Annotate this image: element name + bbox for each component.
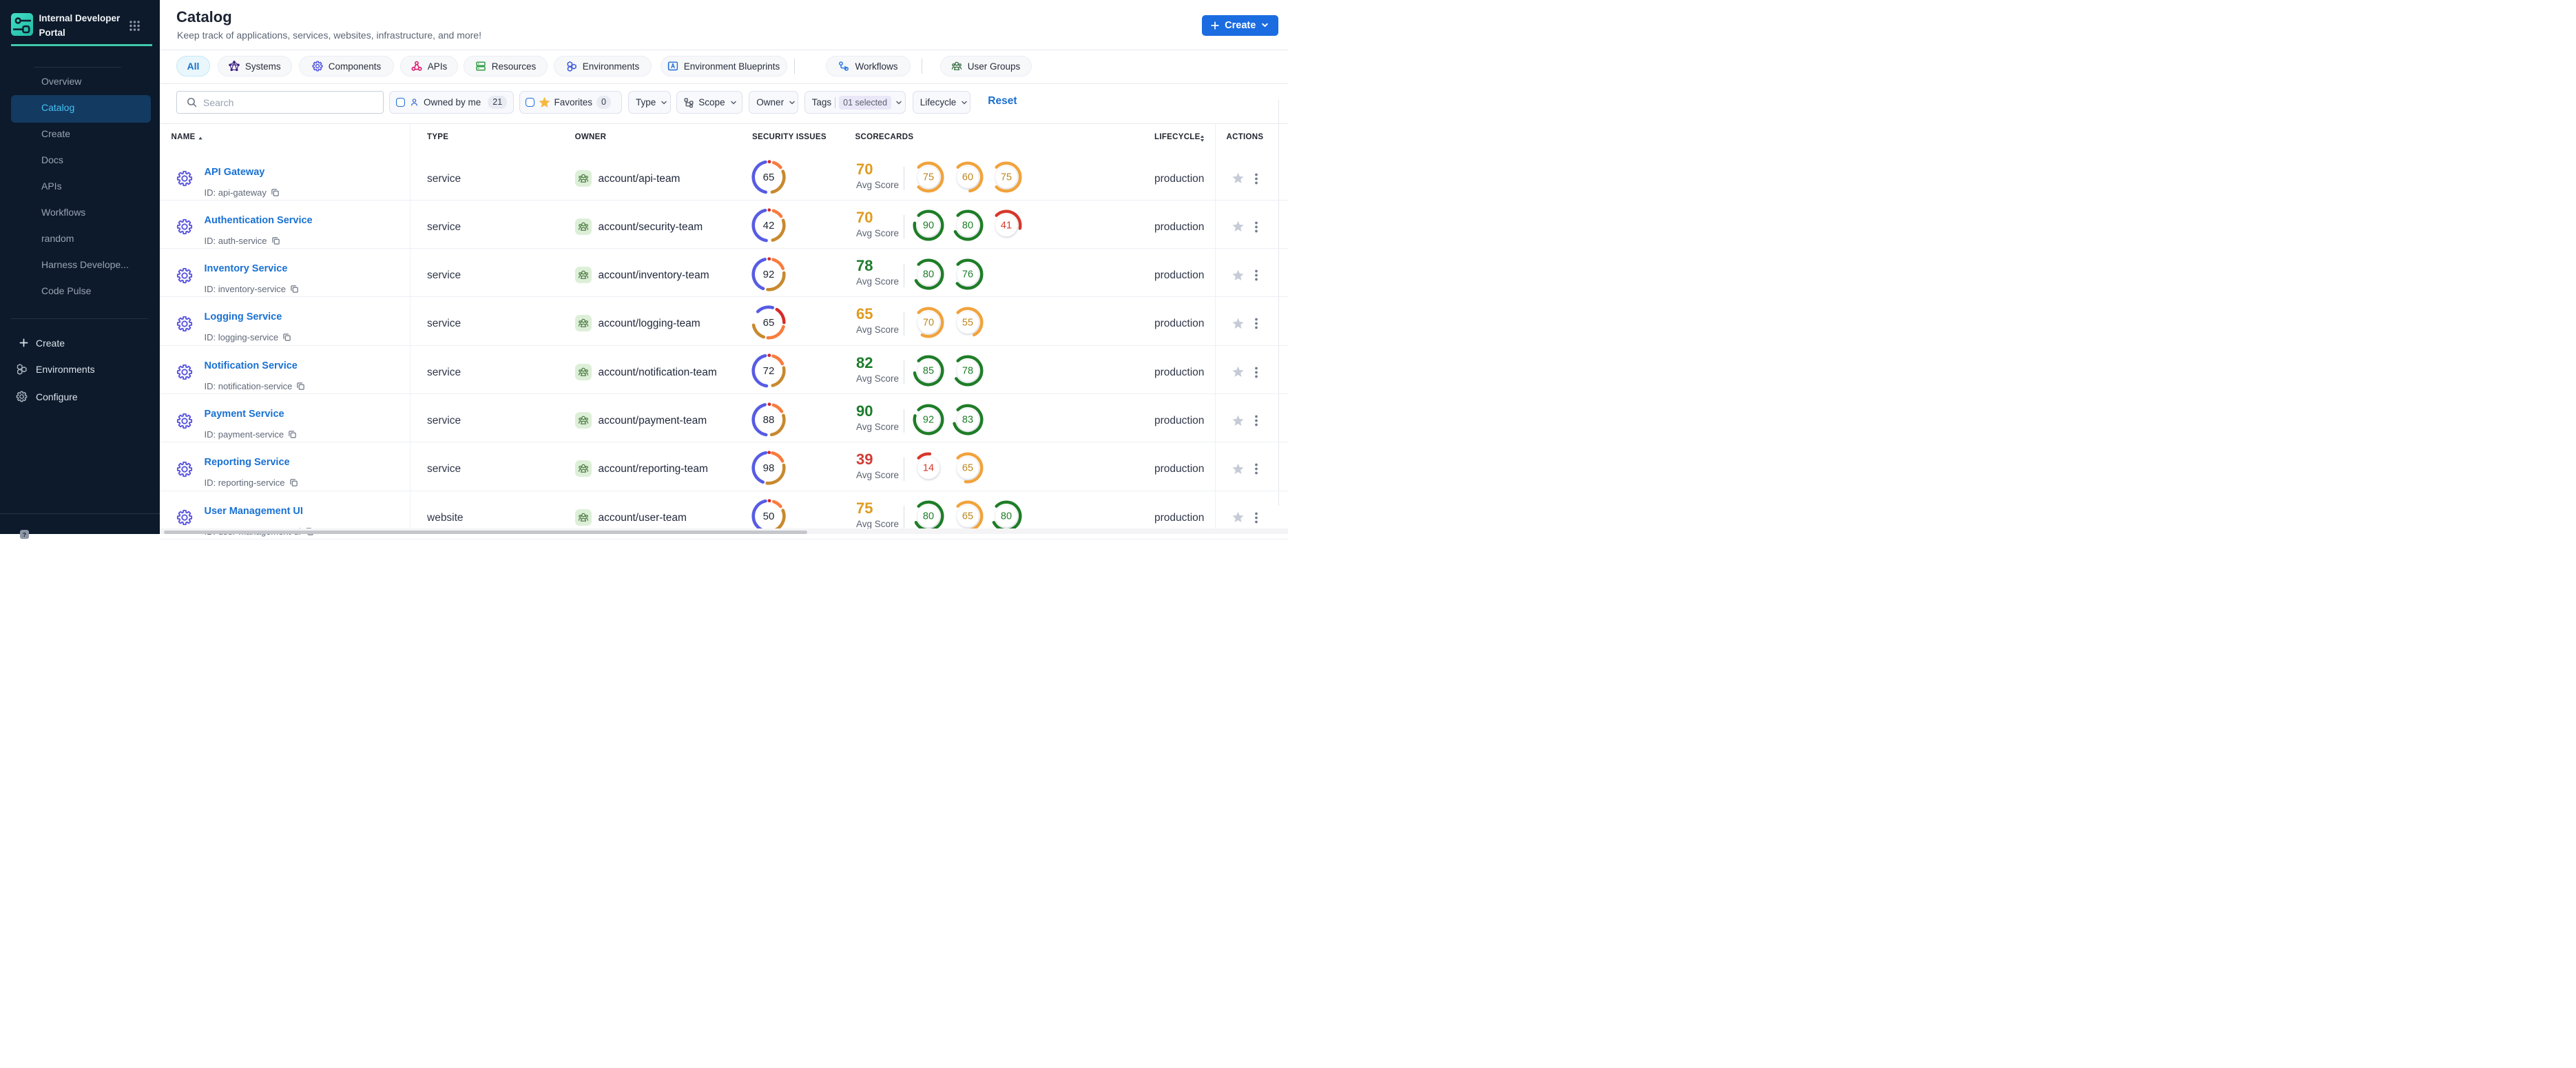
svg-text:88: 88 <box>763 414 775 426</box>
svg-text:98: 98 <box>763 462 775 474</box>
svg-text:80: 80 <box>923 511 934 522</box>
svg-text:75: 75 <box>923 172 934 183</box>
svg-text:50: 50 <box>763 511 775 522</box>
svg-text:72: 72 <box>763 365 775 377</box>
svg-text:55: 55 <box>962 317 973 328</box>
svg-text:65: 65 <box>962 462 973 473</box>
svg-text:76: 76 <box>962 269 973 280</box>
svg-text:65: 65 <box>763 317 775 329</box>
svg-text:65: 65 <box>763 172 775 183</box>
svg-text:42: 42 <box>763 220 775 232</box>
svg-text:78: 78 <box>962 366 973 377</box>
svg-text:65: 65 <box>962 511 973 522</box>
svg-text:92: 92 <box>923 414 934 425</box>
svg-text:80: 80 <box>962 220 973 232</box>
svg-text:70: 70 <box>923 317 934 328</box>
svg-text:60: 60 <box>962 172 973 183</box>
svg-text:90: 90 <box>923 220 934 232</box>
svg-text:80: 80 <box>923 269 934 280</box>
svg-text:41: 41 <box>1001 220 1012 232</box>
svg-text:80: 80 <box>1001 511 1012 522</box>
svg-text:75: 75 <box>1001 172 1012 183</box>
svg-text:92: 92 <box>763 269 775 280</box>
svg-text:85: 85 <box>923 366 934 377</box>
svg-text:83: 83 <box>962 414 973 425</box>
svg-text:?: ? <box>23 531 26 538</box>
svg-text:14: 14 <box>923 462 934 473</box>
